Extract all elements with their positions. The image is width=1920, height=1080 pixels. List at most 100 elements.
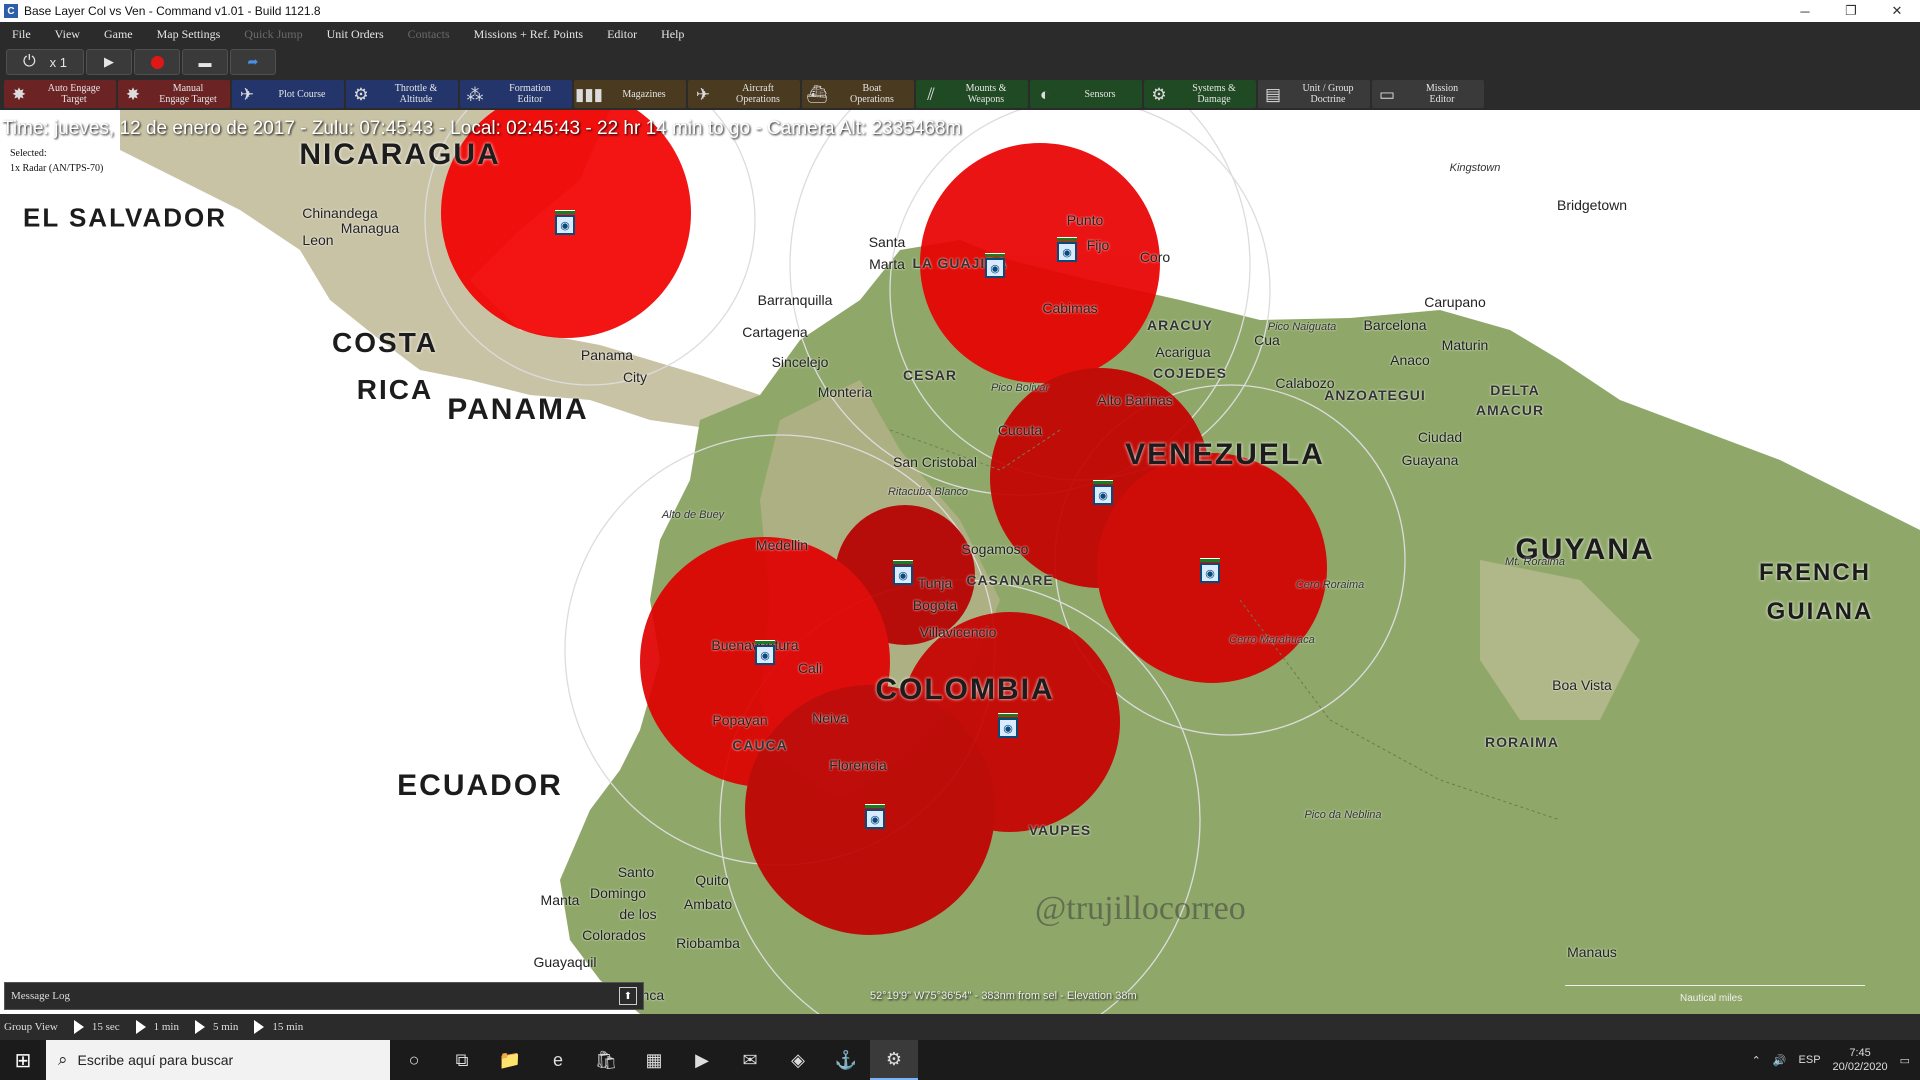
crosshair-icon: ✸	[11, 84, 27, 104]
media-icon[interactable]: ▶	[678, 1040, 726, 1080]
cursor-coordinates: 52°19'9" W75°36'54" - 383nm from sel - E…	[870, 990, 1137, 1002]
crosshair-icon: ✸	[125, 84, 141, 104]
aircraft-icon: ✈	[695, 84, 711, 104]
radar-unit-icon[interactable]: ◉	[998, 713, 1018, 738]
toolbar-unit-group-doctrine-button[interactable]: ▤ Unit / Group Doctrine	[1258, 80, 1370, 108]
windows-taskbar: ⊞ ⌕ Escribe aquí para buscar ○ ⧉ 📁 e 🛍 ▦ ▶ ✉ ◈ ⚓ ⚙	[0, 1040, 1920, 1080]
store-icon[interactable]: 🛍	[582, 1040, 630, 1080]
command-icon[interactable]: ⚓	[822, 1040, 870, 1080]
search-icon: ⌕	[58, 1050, 68, 1069]
app-icon[interactable]: ◈	[774, 1040, 822, 1080]
toolbar-auto-engage-target-button[interactable]: ✸ Auto Engage Target	[4, 80, 116, 108]
start-button[interactable]: ⊞	[0, 1040, 46, 1080]
toolbar-formation-editor-button[interactable]: ⁂ Formation Editor	[460, 80, 572, 108]
menu-missions-ref-points[interactable]: Missions + Ref. Points	[462, 27, 595, 42]
group-view-step-label: 1 min	[153, 1021, 179, 1033]
time-compression-button[interactable]: ⏻ x 1	[6, 49, 84, 75]
toolbar-aircraft-operations-button[interactable]: ✈ Aircraft Operations	[688, 80, 800, 108]
close-button[interactable]: ✕	[1874, 0, 1920, 22]
taskbar-search[interactable]: ⌕ Escribe aquí para buscar	[46, 1040, 390, 1080]
city-label: Leon	[302, 232, 334, 248]
region-label: AMACUR	[1475, 402, 1545, 418]
play-button[interactable]: ▶	[86, 49, 132, 75]
radar-unit-icon[interactable]: ◉	[555, 210, 575, 235]
office-icon[interactable]: ▦	[630, 1040, 678, 1080]
radar-unit-icon[interactable]: ◉	[1093, 480, 1113, 505]
radar-unit-icon[interactable]: ◉	[865, 804, 885, 829]
record-button[interactable]	[134, 49, 180, 75]
group-view-step[interactable]: 5 min	[195, 1020, 238, 1034]
toolbar-label: Boat Operations	[850, 83, 894, 105]
group-view-step[interactable]: 15 sec	[73, 1020, 120, 1034]
menu-view[interactable]: View	[43, 27, 92, 42]
country-label: EL SALVADOR	[22, 202, 228, 233]
mail-icon[interactable]: ✉	[726, 1040, 774, 1080]
selected-title: Selected:	[10, 148, 47, 159]
title-bar: C Base Layer Col vs Ven - Command v1.01 …	[0, 0, 1920, 22]
file-explorer-icon[interactable]: 📁	[486, 1040, 534, 1080]
region-label: CASANARE	[966, 572, 1054, 588]
radar-unit-icon[interactable]: ◉	[1057, 237, 1077, 262]
menu-help[interactable]: Help	[649, 27, 696, 42]
expand-log-button[interactable]: ⬆	[619, 987, 637, 1005]
cortana-icon[interactable]: ○	[390, 1040, 438, 1080]
toolbar-boat-operations-button[interactable]: ⛴ Boat Operations	[802, 80, 914, 108]
quick-action-button[interactable]: ➦	[230, 49, 276, 75]
radar-unit-icon[interactable]: ◉	[985, 253, 1005, 278]
city-label: San Cristobal	[892, 454, 978, 470]
toolbar-mounts-weapons-button[interactable]: ⫽ Mounts & Weapons	[916, 80, 1028, 108]
city-label: Quito	[695, 872, 729, 888]
edge-icon[interactable]: e	[534, 1040, 582, 1080]
play-step-icon	[73, 1020, 84, 1034]
menu-map-settings[interactable]: Map Settings	[145, 27, 233, 42]
menu-unit-orders[interactable]: Unit Orders	[315, 27, 396, 42]
message-log[interactable]: Message Log ⬆	[4, 982, 644, 1010]
menu-contacts: Contacts	[407, 26, 450, 41]
city-label: City	[622, 369, 648, 385]
tray-chevron-icon[interactable]: ⌃	[1752, 1054, 1761, 1067]
toolbar-label: Aircraft Operations	[736, 83, 780, 105]
peak-label: Pico Bolivar	[990, 382, 1050, 394]
menu-file[interactable]: File	[0, 27, 43, 42]
radar-unit-icon[interactable]: ◉	[755, 640, 775, 665]
city-label: Neiva	[812, 710, 848, 726]
country-label: NICARAGUA	[299, 138, 501, 171]
toolbar-magazines-button[interactable]: ▮▮▮ Magazines	[574, 80, 686, 108]
language-indicator[interactable]: ESP	[1799, 1054, 1821, 1066]
tactical-map[interactable]: NICARAGUA EL SALVADOR COSTA RICA PANAMA VENEZ…	[0, 110, 1920, 1014]
maximize-button[interactable]: ❐	[1828, 0, 1874, 22]
minimize-button[interactable]: ─	[1782, 0, 1828, 22]
toolbar-mission-editor-button[interactable]: ▭ Mission Editor	[1372, 80, 1484, 108]
menu-editor[interactable]: Editor	[595, 27, 649, 42]
mission-icon: ▭	[1378, 84, 1396, 104]
view-button[interactable]: ▬	[182, 49, 228, 75]
toolbar-throttle-altitude-button[interactable]: ⚙ Throttle & Altitude	[346, 80, 458, 108]
clock-icon: ⏻	[23, 53, 36, 70]
radar-unit-icon[interactable]: ◉	[1200, 558, 1220, 583]
toolbar-plot-course-button[interactable]: ✈ Plot Course	[232, 80, 344, 108]
city-label: Barcelona	[1363, 317, 1427, 333]
toolbar-label: Plot Course	[278, 88, 326, 100]
group-view-step[interactable]: 1 min	[135, 1020, 179, 1034]
group-view-step[interactable]: 15 min	[254, 1020, 303, 1034]
volume-icon[interactable]: 🔊	[1773, 1054, 1787, 1067]
menu-game[interactable]: Game	[92, 27, 145, 42]
city-label: Cua	[1254, 332, 1280, 348]
city-label: Guayana	[1401, 452, 1459, 468]
region-label: COJEDES	[1153, 365, 1227, 381]
message-log-label: Message Log	[11, 990, 70, 1002]
country-label: GUIANA	[1766, 598, 1874, 625]
clock[interactable]: 7:45 20/02/2020	[1833, 1046, 1888, 1074]
city-label: Cabimas	[1042, 300, 1098, 316]
city-label: Guayaquil	[533, 954, 597, 970]
steam-icon[interactable]: ⚙	[870, 1040, 918, 1080]
toolbar-manual-engage-target-button[interactable]: ✸ Manual Engage Target	[118, 80, 230, 108]
radar-unit-icon[interactable]: ◉	[893, 560, 913, 585]
city-label: Villavicencio	[919, 624, 997, 640]
toolbar-systems-damage-button[interactable]: ⚙ Systems & Damage	[1144, 80, 1256, 108]
notifications-icon[interactable]: ▭	[1900, 1054, 1910, 1067]
toolbar-sensors-button[interactable]: ◐ Sensors	[1030, 80, 1142, 108]
region-label: VAUPES	[1028, 822, 1092, 838]
magazine-icon: ▮▮▮	[574, 84, 604, 104]
task-view-icon[interactable]: ⧉	[438, 1040, 486, 1080]
